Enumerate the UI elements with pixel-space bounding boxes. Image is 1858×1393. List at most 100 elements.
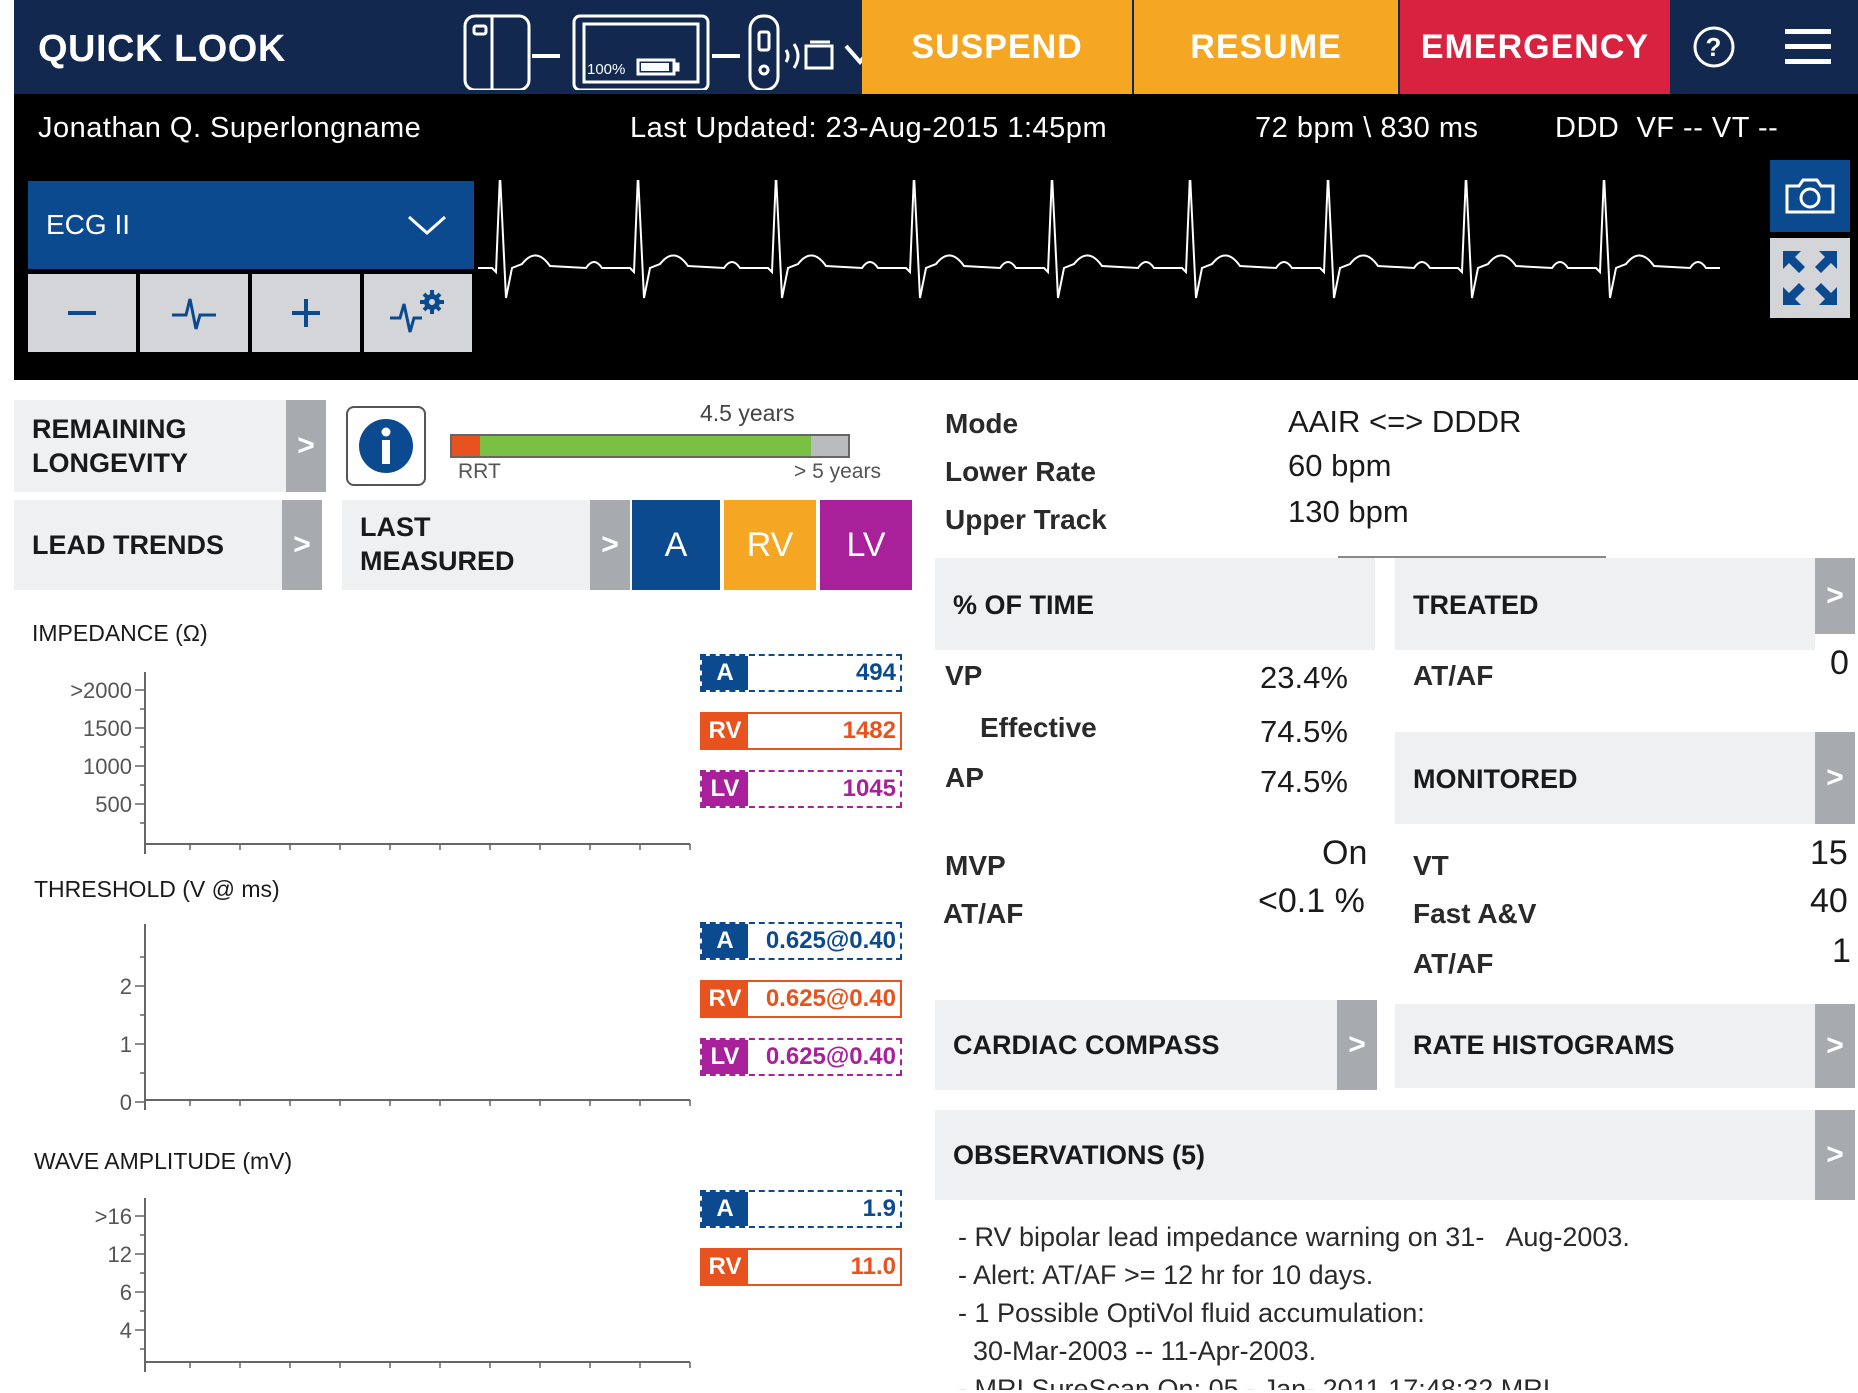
chevron-down-icon (408, 215, 446, 236)
menu-button[interactable] (1758, 0, 1858, 94)
remaining-longevity-panel[interactable]: REMAINING LONGEVITY (14, 400, 286, 492)
ecg-lead-select[interactable]: ECG II (28, 181, 474, 269)
lead-trends-panel[interactable]: LEAD TRENDS (14, 500, 282, 590)
last-measured-chevron-button[interactable]: > (590, 500, 630, 590)
threshold-tick: 1 (120, 1032, 132, 1057)
cardiac-compass-panel[interactable]: CARDIAC COMPASS (935, 1000, 1337, 1090)
observations-chevron-button[interactable]: > (1815, 1110, 1855, 1200)
info-button[interactable] (346, 406, 426, 486)
effective-label: Effective (980, 712, 1097, 743)
wave-amplitude-trend-chart: >16 12 6 4 (95, 1198, 691, 1372)
ap-value: 74.5% (1260, 764, 1348, 799)
last-measured-panel[interactable]: LAST MEASURED (342, 500, 590, 590)
treated-chevron-button[interactable]: > (1815, 558, 1855, 634)
amplitude-tick: 12 (108, 1242, 132, 1267)
impedance-title: IMPEDANCE (Ω) (32, 620, 208, 646)
vt-label: VT (1413, 850, 1449, 881)
treated-panel[interactable]: TREATED (1395, 558, 1815, 650)
monitored-chevron-button[interactable]: > (1815, 732, 1855, 824)
monitored-panel[interactable]: MONITORED (1395, 732, 1815, 824)
page-title: QUICK LOOK (38, 28, 286, 70)
battery-percent: 100% (587, 61, 625, 78)
ecg-trace-line (478, 180, 1720, 299)
observations-panel[interactable]: OBSERVATIONS (5) (935, 1110, 1815, 1200)
rate-histograms-chevron-button[interactable]: > (1815, 1004, 1855, 1088)
impedance-tick: >2000 (70, 678, 132, 703)
lead-lv-button[interactable]: LV (820, 500, 912, 590)
remaining-longevity-label: REMAINING LONGEVITY (32, 414, 189, 478)
amplitude-rv-value: RV 11.0 (700, 1248, 902, 1286)
impedance-lv-value: LV 1045 (700, 770, 902, 808)
percent-time-panel: % OF TIME (935, 558, 1375, 650)
ecg-settings-button[interactable] (364, 274, 472, 352)
pacemaker-icon (748, 14, 780, 90)
observation-item: - 1 Possible OptiVol fluid accumulation: (958, 1298, 1425, 1328)
cardiac-compass-label: CARDIAC COMPASS (953, 1030, 1220, 1060)
mode-value: AAIR <=> DDDR (1288, 404, 1522, 439)
lead-trends-label: LEAD TRENDS (32, 530, 225, 560)
ataf-percent-label: AT/AF (943, 898, 1024, 929)
fullscreen-button[interactable] (1770, 238, 1850, 318)
chevron-right-icon: > (1826, 761, 1844, 794)
ecg-zoom-in-button[interactable] (252, 274, 360, 352)
impedance-tick: 1500 (83, 716, 132, 741)
mvp-value: On (1322, 834, 1368, 872)
ecg-zoom-out-button[interactable] (28, 274, 136, 352)
mvp-label: MVP (945, 850, 1006, 881)
expand-icon (1783, 251, 1837, 305)
ecg-lead-label: ECG II (46, 209, 131, 240)
wave-amplitude-title: WAVE AMPLITUDE (mV) (34, 1148, 293, 1174)
amplitude-tick: 4 (120, 1318, 132, 1343)
snapshot-button[interactable] (1770, 160, 1850, 232)
observation-item: - RV bipolar lead impedance warning on 3… (958, 1222, 1630, 1252)
help-button[interactable]: ? (1672, 0, 1756, 94)
info-icon (359, 419, 413, 473)
device-connection-status: 100% (463, 14, 876, 90)
rate-histograms-label: RATE HISTOGRAMS (1413, 1030, 1675, 1060)
monitored-label: MONITORED (1413, 764, 1578, 794)
longevity-bar-fill (480, 436, 811, 456)
threshold-tick: 2 (120, 974, 132, 999)
lead-trends-chevron-button[interactable]: > (282, 500, 322, 590)
observations-label: OBSERVATIONS (5) (953, 1140, 1206, 1170)
percent-time-label: % OF TIME (953, 590, 1094, 620)
minus-icon (68, 311, 96, 315)
lead-rv-button[interactable]: RV (724, 500, 816, 590)
fast-av-label: Fast A&V (1413, 898, 1537, 929)
ap-label: AP (945, 762, 984, 793)
lead-a-button[interactable]: A (632, 500, 720, 590)
lower-rate-label: Lower Rate (945, 456, 1096, 487)
longevity-chevron-button[interactable]: > (286, 400, 326, 492)
rate-histograms-panel[interactable]: RATE HISTOGRAMS (1395, 1004, 1815, 1088)
mode-summary: DDD VF -- VT -- (1555, 112, 1779, 144)
impedance-tick: 1000 (83, 754, 132, 779)
monitored-ataf-label: AT/AF (1413, 948, 1494, 979)
threshold-trend-chart: 2 1 0 (120, 924, 691, 1115)
chevron-right-icon: > (297, 429, 315, 462)
fast-av-value: 40 (1810, 882, 1848, 920)
longevity-value: 4.5 years (700, 400, 795, 426)
vp-value: 23.4% (1260, 660, 1348, 695)
resume-button[interactable]: RESUME (1134, 0, 1398, 94)
monitor-icon (804, 40, 834, 70)
observation-item: - Alert: AT/AF >= 12 hr for 10 days. (958, 1260, 1374, 1290)
vt-value: 15 (1810, 834, 1848, 872)
emergency-button[interactable]: EMERGENCY (1400, 0, 1670, 94)
help-icon: ? (1693, 26, 1735, 68)
effective-value: 74.5% (1260, 714, 1348, 749)
cardiac-compass-chevron-button[interactable]: > (1337, 1000, 1377, 1090)
plus-icon (292, 299, 320, 327)
threshold-title: THRESHOLD (V @ ms) (34, 876, 280, 902)
chevron-right-icon: > (293, 528, 311, 561)
heart-rate: 72 bpm \ 830 ms (1255, 112, 1479, 144)
ataf-percent-value: <0.1 % (1258, 882, 1365, 920)
last-measured-label: LAST MEASURED (360, 512, 515, 576)
threshold-tick: 0 (120, 1090, 132, 1115)
chevron-right-icon: > (1826, 1138, 1844, 1171)
suspend-button[interactable]: SUSPEND (862, 0, 1132, 94)
treated-label: TREATED (1413, 590, 1539, 620)
ecg-waveform-button[interactable] (140, 274, 248, 352)
upper-track-value: 130 bpm (1288, 494, 1409, 529)
wireless-icon (784, 43, 800, 69)
ecg-settings-icon (390, 290, 444, 333)
